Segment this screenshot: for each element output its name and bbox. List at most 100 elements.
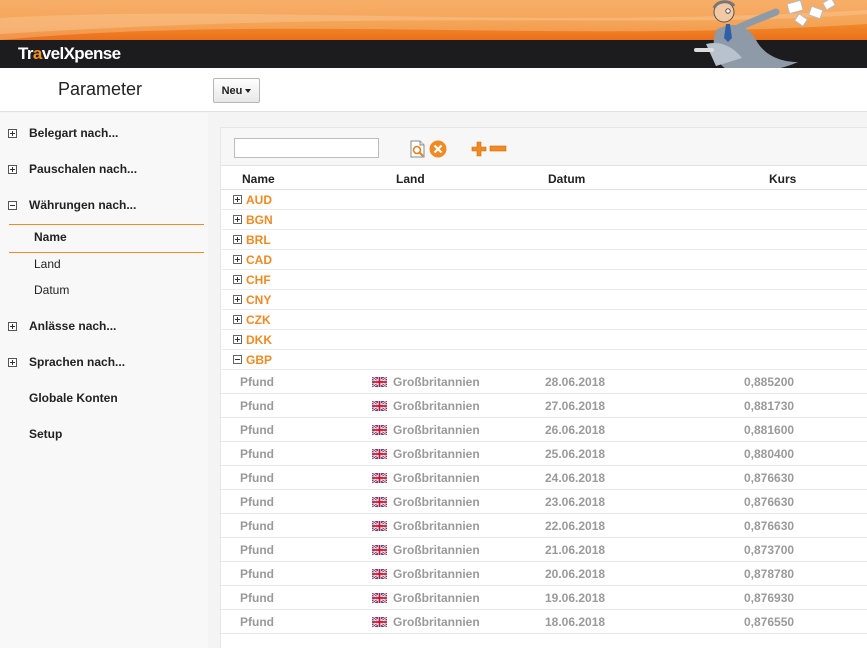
clear-icon[interactable] bbox=[429, 140, 447, 158]
expand-icon[interactable] bbox=[233, 215, 242, 224]
collapse-icon[interactable] bbox=[233, 355, 242, 364]
sidebar-group-pauschalen[interactable]: Pauschalen nach... bbox=[8, 162, 137, 176]
mascot-icon bbox=[694, 0, 837, 68]
currency-code[interactable]: DKK bbox=[246, 333, 272, 347]
currency-panel: Name Land Datum Kurs AUD BGN BRL CAD CHF… bbox=[220, 127, 867, 648]
currency-group-row[interactable]: BRL bbox=[221, 230, 867, 250]
sidebar-group-label: Belegart nach... bbox=[29, 126, 119, 140]
table-row[interactable]: Pfund Großbritannien 26.06.2018 0,881600 bbox=[221, 418, 867, 442]
expand-all-icon[interactable] bbox=[471, 141, 487, 157]
sidebar-item-setup[interactable]: Setup bbox=[29, 427, 62, 441]
currency-group-row[interactable]: CAD bbox=[221, 250, 867, 270]
currency-code[interactable]: AUD bbox=[246, 193, 272, 207]
expand-icon[interactable] bbox=[233, 295, 242, 304]
column-header-land[interactable]: Land bbox=[396, 172, 425, 186]
header-banner: TravelXpense bbox=[0, 0, 867, 68]
collapse-icon[interactable] bbox=[8, 200, 17, 210]
sidebar-group-anlaesse[interactable]: Anlässe nach... bbox=[8, 319, 116, 333]
column-header-datum[interactable]: Datum bbox=[548, 172, 585, 186]
sidebar-group-waehrungen[interactable]: Währungen nach... bbox=[8, 198, 136, 212]
new-button-label: Neu bbox=[221, 84, 243, 97]
expand-icon[interactable] bbox=[8, 128, 17, 138]
table-row[interactable]: Pfund Großbritannien 28.06.2018 0,885200 bbox=[221, 370, 867, 394]
cell-datum: 23.06.2018 bbox=[545, 495, 606, 509]
currency-group-row[interactable]: AUD bbox=[221, 190, 867, 210]
currency-group-row-expanded[interactable]: GBP bbox=[221, 350, 867, 370]
expand-icon[interactable] bbox=[8, 321, 17, 331]
table-row[interactable]: Pfund Großbritannien 20.06.2018 0,878780 bbox=[221, 562, 867, 586]
sidebar-item-datum[interactable]: Datum bbox=[34, 283, 69, 297]
cell-name: Pfund bbox=[240, 519, 274, 533]
app-logo[interactable]: TravelXpense bbox=[18, 44, 121, 64]
currency-group-row[interactable]: CNY bbox=[221, 290, 867, 310]
cell-kurs: 0,876630 bbox=[744, 519, 795, 533]
cell-land: Großbritannien bbox=[393, 615, 480, 629]
currency-code[interactable]: BRL bbox=[246, 233, 271, 247]
currency-code[interactable]: CHF bbox=[246, 273, 271, 287]
currency-code[interactable]: CAD bbox=[246, 253, 272, 267]
currency-code[interactable]: BGN bbox=[246, 213, 273, 227]
expand-icon[interactable] bbox=[233, 275, 242, 284]
table-row[interactable]: Pfund Großbritannien 22.06.2018 0,876630 bbox=[221, 514, 867, 538]
table-row[interactable]: Pfund Großbritannien 27.06.2018 0,881730 bbox=[221, 394, 867, 418]
table-row[interactable]: Pfund Großbritannien 24.06.2018 0,876630 bbox=[221, 466, 867, 490]
sidebar: Belegart nach... Pauschalen nach... Währ… bbox=[0, 113, 208, 648]
sidebar-group-belegart[interactable]: Belegart nach... bbox=[8, 126, 118, 140]
cell-datum: 26.06.2018 bbox=[545, 423, 606, 437]
expand-icon[interactable] bbox=[233, 255, 242, 264]
column-header-name[interactable]: Name bbox=[242, 172, 275, 186]
sidebar-item-land[interactable]: Land bbox=[34, 257, 61, 271]
cell-datum: 22.06.2018 bbox=[545, 519, 606, 533]
cell-kurs: 0,876630 bbox=[744, 495, 795, 509]
expand-icon[interactable] bbox=[233, 195, 242, 204]
expand-icon[interactable] bbox=[233, 335, 242, 344]
table-row[interactable]: Pfund Großbritannien 23.06.2018 0,876630 bbox=[221, 490, 867, 514]
currency-group-row[interactable]: CZK bbox=[221, 310, 867, 330]
column-header-kurs[interactable]: Kurs bbox=[769, 172, 796, 186]
table-row[interactable]: Pfund Großbritannien 25.06.2018 0,880400 bbox=[221, 442, 867, 466]
cell-land: Großbritannien bbox=[393, 471, 480, 485]
expand-icon[interactable] bbox=[8, 164, 17, 174]
search-page-icon[interactable] bbox=[409, 140, 427, 159]
uk-flag-icon bbox=[372, 593, 387, 603]
currency-group-row[interactable]: BGN bbox=[221, 210, 867, 230]
table-row[interactable]: Pfund Großbritannien 21.06.2018 0,873700 bbox=[221, 538, 867, 562]
cell-name: Pfund bbox=[240, 471, 274, 485]
currency-group-row[interactable]: DKK bbox=[221, 330, 867, 350]
uk-flag-icon bbox=[372, 617, 387, 627]
currency-group-row[interactable]: CHF bbox=[221, 270, 867, 290]
collapse-all-icon[interactable] bbox=[489, 145, 507, 153]
cell-datum: 27.06.2018 bbox=[545, 399, 606, 413]
currency-code[interactable]: GBP bbox=[246, 353, 272, 367]
sidebar-group-label: Währungen nach... bbox=[29, 198, 137, 212]
sidebar-group-label: Pauschalen nach... bbox=[29, 162, 138, 176]
table-toolbar bbox=[221, 128, 867, 166]
sidebar-group-label: Anlässe nach... bbox=[29, 319, 117, 333]
sidebar-item-name[interactable]: Name bbox=[34, 230, 67, 244]
cell-land: Großbritannien bbox=[393, 591, 480, 605]
cell-name: Pfund bbox=[240, 495, 274, 509]
sidebar-item-globale-konten[interactable]: Globale Konten bbox=[29, 391, 118, 405]
uk-flag-icon bbox=[372, 377, 387, 387]
cell-name: Pfund bbox=[240, 615, 274, 629]
cell-kurs: 0,885200 bbox=[744, 375, 795, 389]
uk-flag-icon bbox=[372, 569, 387, 579]
cell-kurs: 0,881730 bbox=[744, 399, 795, 413]
sidebar-group-sprachen[interactable]: Sprachen nach... bbox=[8, 355, 125, 369]
expand-icon[interactable] bbox=[8, 357, 17, 367]
currency-code[interactable]: CZK bbox=[246, 313, 271, 327]
table-row[interactable]: Pfund Großbritannien 18.06.2018 0,876550 bbox=[221, 610, 867, 634]
search-input[interactable] bbox=[234, 138, 379, 158]
cell-name: Pfund bbox=[240, 399, 274, 413]
currency-code[interactable]: CNY bbox=[246, 293, 271, 307]
cell-datum: 20.06.2018 bbox=[545, 567, 606, 581]
chevron-down-icon bbox=[245, 88, 252, 93]
uk-flag-icon bbox=[372, 545, 387, 555]
cell-land: Großbritannien bbox=[393, 375, 480, 389]
cell-datum: 28.06.2018 bbox=[545, 375, 606, 389]
uk-flag-icon bbox=[372, 497, 387, 507]
expand-icon[interactable] bbox=[233, 235, 242, 244]
table-row[interactable]: Pfund Großbritannien 19.06.2018 0,876930 bbox=[221, 586, 867, 610]
expand-icon[interactable] bbox=[233, 315, 242, 324]
new-button[interactable]: Neu bbox=[213, 78, 260, 103]
